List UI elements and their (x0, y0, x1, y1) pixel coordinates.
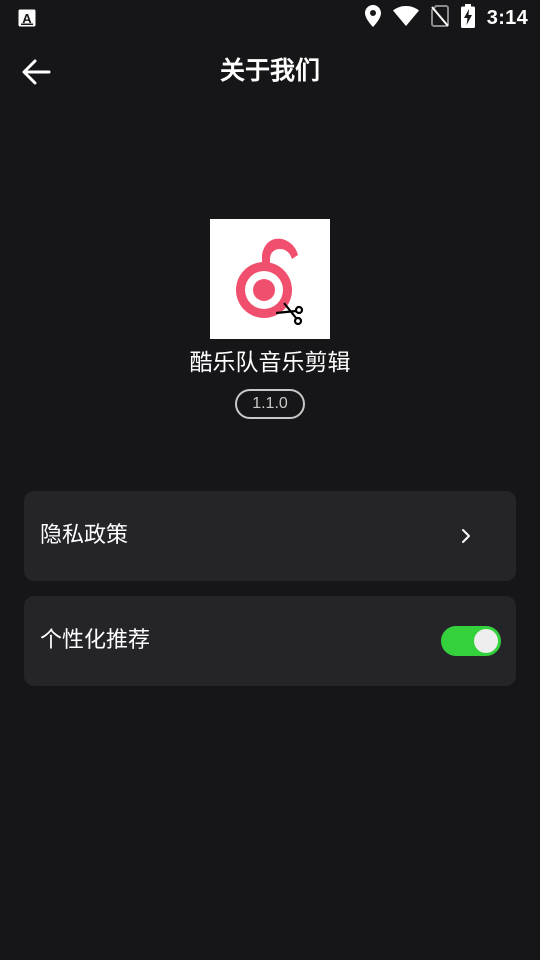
personalized-recommendation-label: 个性化推荐 (40, 628, 151, 653)
personalized-recommendation-row: 个性化推荐 (24, 596, 516, 686)
personalized-recommendation-toggle[interactable] (441, 626, 501, 656)
no-sim-icon (430, 5, 449, 31)
location-icon (364, 5, 381, 31)
app-logo (210, 219, 330, 339)
toggle-knob (474, 629, 498, 653)
page-title: 关于我们 (219, 56, 320, 85)
privacy-policy-row[interactable]: 隐私政策 (24, 491, 516, 581)
wifi-icon (392, 6, 419, 30)
app-name: 酷乐队音乐剪辑 (189, 350, 351, 376)
battery-charging-icon (460, 4, 475, 32)
music-note-scissors-icon (236, 238, 304, 326)
chevron-right-icon (456, 525, 476, 547)
about-us-screen: A 3:14 关于我们 酷乐队音乐剪辑 1.1.0 隐私政策 个性化推荐 (0, 0, 540, 960)
header: 关于我们 (0, 40, 540, 104)
privacy-policy-label: 隐私政策 (40, 523, 129, 548)
status-time: 3:14 (486, 6, 528, 29)
status-bar: A 3:14 (0, 0, 540, 36)
version-badge: 1.1.0 (235, 389, 305, 419)
accessibility-a-icon: A (18, 9, 36, 31)
